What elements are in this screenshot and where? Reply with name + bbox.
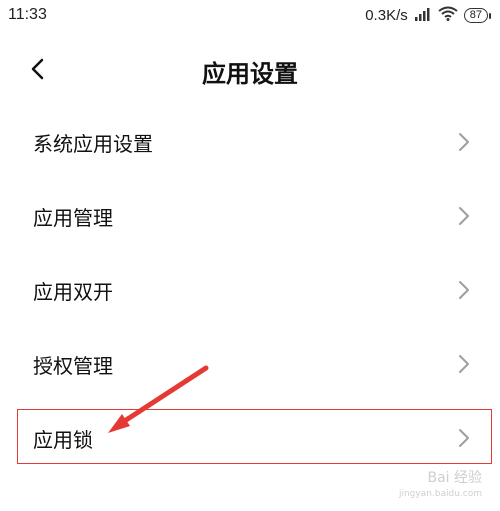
battery-level: 87: [469, 9, 482, 21]
status-time: 11:33: [8, 6, 47, 23]
annotation-arrow-icon: [108, 365, 209, 433]
network-speed: 0.3K/s: [365, 7, 408, 24]
chevron-right-icon: [459, 281, 469, 299]
signal-icon: [414, 7, 432, 25]
status-bar: 11:33 0.3K/s 87: [0, 0, 500, 34]
watermark: Bai 经验 jingyan.baidu.com: [374, 467, 482, 503]
chevron-right-icon: [459, 207, 469, 225]
settings-item-app-lock[interactable]: 应用锁: [0, 401, 500, 475]
chevron-right-icon: [459, 133, 469, 151]
battery-icon: 87: [463, 8, 492, 23]
settings-item-system-app-settings[interactable]: 系统应用设置: [0, 105, 500, 179]
chevron-right-icon: [459, 355, 469, 373]
settings-item-label: 系统应用设置: [33, 131, 153, 156]
settings-item-dual-apps[interactable]: 应用双开: [0, 253, 500, 327]
settings-list: 系统应用设置 应用管理 应用双开 授权管理 应用锁: [0, 105, 500, 475]
settings-item-app-management[interactable]: 应用管理: [0, 179, 500, 253]
settings-item-label: 应用锁: [33, 427, 93, 452]
nav-bar: 应用设置: [0, 44, 500, 94]
settings-item-label: 应用管理: [33, 205, 113, 230]
settings-item-permissions[interactable]: 授权管理: [0, 327, 500, 401]
page-title: 应用设置: [202, 60, 298, 88]
chevron-right-icon: [459, 429, 469, 447]
wifi-icon: [438, 6, 458, 25]
watermark-url: jingyan.baidu.com: [398, 489, 482, 499]
status-indicators: 0.3K/s 87: [365, 6, 492, 25]
settings-item-label: 应用双开: [33, 279, 113, 304]
watermark-brand: Bai 经验: [427, 470, 482, 486]
